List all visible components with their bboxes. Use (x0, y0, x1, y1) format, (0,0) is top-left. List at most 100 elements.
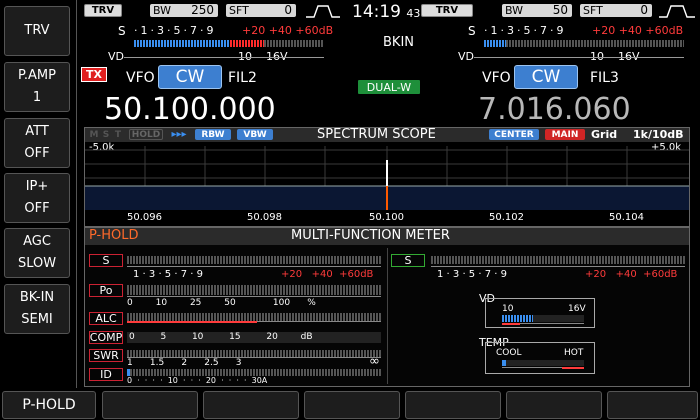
sub-vfo-label: VFO (482, 70, 511, 86)
left-sft-value: 0 (284, 3, 292, 17)
meter-alc-axis (257, 321, 381, 322)
meter-s-right-bar (431, 256, 685, 264)
softkey-preamp-label: P.AMP (18, 68, 56, 83)
softkey-preamp[interactable]: P.AMP 1 (4, 62, 70, 112)
softkey-bottom-3[interactable] (203, 391, 299, 419)
temp-panel-track (502, 360, 584, 366)
temp-panel: COOL HOT (485, 342, 595, 374)
temp-panel-lo: COOL (496, 348, 522, 358)
softkey-ipplus[interactable]: IP+ OFF (4, 173, 70, 223)
scope-hold[interactable]: HOLD (129, 129, 163, 140)
softkey-agc[interactable]: AGC SLOW (4, 228, 70, 278)
left-bw-indicator[interactable]: BW 250 (150, 3, 218, 17)
vd-panel: 10 16V (485, 298, 595, 328)
scope-ref: 1k/10dB (633, 128, 684, 141)
softkey-agc-label: AGC (23, 234, 51, 249)
left-separator (76, 0, 77, 388)
meter-s-scale-over: +20 +40 +60dB (281, 269, 374, 280)
meter-id-scale: 0 · · · · 10 · · · 20 · · · · 30A (127, 376, 268, 385)
softkey-bottom-6[interactable] (506, 391, 602, 419)
left-sft-indicator[interactable]: SFT 0 (226, 3, 296, 17)
left-bw-value: 250 (191, 3, 214, 17)
scope-center-mode[interactable]: CENTER (489, 129, 539, 140)
main-frequency[interactable]: 50.100.000 (104, 92, 276, 127)
meter-alc-label: ALC (89, 312, 123, 325)
right-trv-tag: TRV (421, 4, 473, 17)
softkey-bkin[interactable]: BK-IN SEMI (4, 284, 70, 334)
meter-alc-zone (127, 321, 257, 323)
meter-id-label: ID (89, 368, 123, 381)
left-smeter-marks: ·1·3·5·7·9 (134, 24, 217, 37)
softkey-bkin-label: BK-IN (19, 290, 55, 305)
meter-po-axis (127, 296, 381, 297)
mfm-header: P-HOLD MULTI-FUNCTION METER (85, 228, 689, 245)
left-trv-tag: TRV (84, 4, 122, 17)
meter-s-label: S (89, 254, 123, 267)
left-smeter-bar-red (230, 40, 264, 47)
scope-chip-s: S (102, 129, 110, 140)
right-smeter-bar-empty (506, 40, 684, 47)
clock-time: 14:19 (352, 2, 401, 22)
bottom-softkey-bar: P-HOLD (0, 389, 700, 420)
scope-chip-t: T (114, 129, 122, 140)
right-vd-line (474, 57, 684, 58)
meter-po-scale: 0 10 25 50 100 % (127, 298, 316, 308)
vd-panel-low-zone (502, 323, 520, 325)
scope-freq-label-2: 50.098 (247, 212, 282, 223)
scope-freq-label-5: 50.104 (609, 212, 644, 223)
main-filter-label[interactable]: FIL2 (228, 70, 257, 86)
softkey-att[interactable]: ATT OFF (4, 118, 70, 168)
softkey-bottom-7[interactable] (607, 391, 698, 419)
mfm-title: MULTI-FUNCTION METER (291, 228, 450, 243)
meter-po-bar (127, 285, 381, 295)
left-vd-label: VD (108, 50, 124, 63)
right-bw-indicator[interactable]: BW 50 (502, 3, 572, 17)
main-mode-button[interactable]: CW (158, 65, 222, 89)
meter-s-bar (127, 256, 381, 264)
meter-po-label: Po (89, 284, 123, 297)
scope-header: M S T HOLD ▸▸▸ RBW VBW SPECTRUM SCOPE CE… (85, 127, 689, 142)
spectrum-scope[interactable]: M S T HOLD ▸▸▸ RBW VBW SPECTRUM SCOPE CE… (84, 127, 690, 227)
meter-swr-label: SWR (89, 349, 123, 362)
sub-frequency[interactable]: 7.016.060 (478, 92, 631, 127)
scope-freq-label-1: 50.096 (127, 212, 162, 223)
scope-chip-m: M (89, 129, 99, 140)
vd-panel-hi: 16V (568, 304, 586, 314)
multi-function-meter: P-HOLD MULTI-FUNCTION METER S 1 · 3 · 5 … (84, 227, 690, 387)
softkey-bottom-4[interactable] (304, 391, 400, 419)
scope-main-select[interactable]: MAIN (545, 129, 585, 140)
meter-comp-scale: 0 5 10 15 20 dB (129, 332, 313, 342)
dualwatch-indicator: DUAL-W (358, 80, 420, 94)
right-sft-indicator[interactable]: SFT 0 (580, 3, 652, 17)
left-smeter-bar-empty (264, 40, 324, 47)
softkey-ipplus-value: OFF (24, 201, 50, 216)
meter-swr-scale: 1 1.5 2 2.5 3 (127, 358, 242, 368)
meter-s-right-label: S (391, 254, 425, 267)
scope-vbw[interactable]: VBW (237, 129, 273, 140)
softkey-trv-label: TRV (24, 23, 50, 38)
meter-s-scale: 1 · 3 · 5 · 7 · 9 (133, 269, 203, 280)
scope-title: SPECTRUM SCOPE (317, 127, 436, 142)
softkey-bottom-2[interactable] (102, 391, 198, 419)
clock-seconds: 43 (406, 7, 421, 20)
sub-filter-label[interactable]: FIL3 (590, 70, 619, 86)
scope-freq-label-4: 50.102 (489, 212, 524, 223)
right-smeter-over: +20 +40 +60dB (592, 24, 684, 37)
vd-panel-lo: 10 (502, 304, 514, 314)
softkey-bottom-5[interactable] (405, 391, 501, 419)
temp-panel-hot-zone (562, 367, 584, 369)
scope-freq-label-3: 50.100 (369, 212, 404, 223)
sub-mode-button[interactable]: CW (514, 65, 578, 89)
softkey-trv[interactable]: TRV (4, 6, 70, 56)
scope-rbw[interactable]: RBW (195, 129, 231, 140)
meter-alc-bar (127, 313, 381, 321)
right-vd-label: VD (458, 50, 474, 63)
softkey-phold[interactable]: P-HOLD (2, 391, 96, 419)
left-softkey-column: TRV P.AMP 1 ATT OFF IP+ OFF AGC SLOW BK-… (0, 0, 72, 388)
left-bw-label: BW (153, 4, 172, 17)
right-filter-shape-icon (659, 5, 695, 18)
right-sft-label: SFT (583, 4, 603, 17)
softkey-att-label: ATT (25, 124, 49, 139)
meter-swr-infinity: ∞ (369, 354, 380, 369)
right-smeter-bar-blue (484, 40, 506, 47)
